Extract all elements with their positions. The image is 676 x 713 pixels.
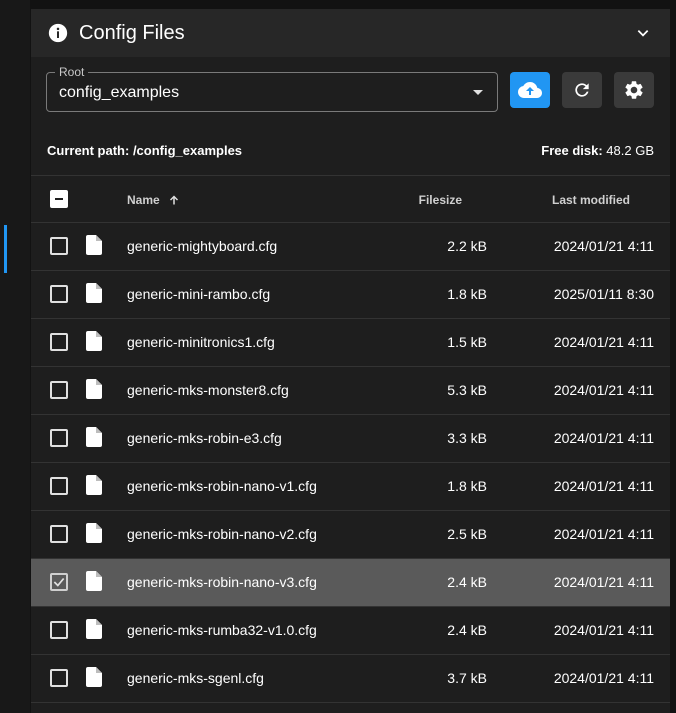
root-select-label: Root xyxy=(55,65,89,79)
file-icon xyxy=(86,619,102,639)
select-all-checkbox[interactable] xyxy=(50,190,68,208)
table-row[interactable]: generic-mks-robin-nano-v2.cfg 2.5 kB 2024/… xyxy=(31,511,670,559)
table-row[interactable]: generic-mks-sgenl.cfg 3.7 kB 2024/01/21 4:… xyxy=(31,655,670,703)
file-modified: 2024/01/21 4:11 xyxy=(553,670,654,686)
file-modified: 2024/01/21 4:11 xyxy=(553,622,654,638)
row-checkbox[interactable] xyxy=(50,381,68,399)
row-checkbox[interactable] xyxy=(50,621,68,639)
file-modified: 2024/01/21 4:11 xyxy=(553,334,654,350)
panel-title: Config Files xyxy=(79,21,185,44)
info-icon xyxy=(47,22,69,44)
file-icon xyxy=(86,283,102,303)
file-size: 3.3 kB xyxy=(447,430,487,446)
table-row[interactable]: generic-mks-robin-nano-v3.cfg 2.4 kB 2024/… xyxy=(31,559,670,607)
column-header-name-label: Name xyxy=(127,193,160,207)
file-icon xyxy=(86,235,102,255)
panel-header[interactable]: Config Files xyxy=(31,9,670,57)
file-table: Name Filesize Last modified generic-migh… xyxy=(31,175,670,703)
cloud-upload-icon xyxy=(518,82,542,98)
dropdown-arrow-icon xyxy=(473,90,483,95)
file-name[interactable]: generic-mks-rumba32-v1.0.cfg xyxy=(127,622,317,638)
file-size: 1.8 kB xyxy=(447,478,487,494)
file-name[interactable]: generic-mini-rambo.cfg xyxy=(127,286,270,302)
file-modified: 2025/01/11 8:30 xyxy=(553,286,654,302)
left-nav-strip xyxy=(0,0,30,713)
file-name[interactable]: generic-mks-robin-nano-v3.cfg xyxy=(127,574,317,590)
table-row[interactable]: generic-mks-rumba32-v1.0.cfg 2.4 kB 2024/0… xyxy=(31,607,670,655)
row-checkbox[interactable] xyxy=(50,285,68,303)
file-icon xyxy=(86,523,102,543)
file-size: 1.8 kB xyxy=(447,286,487,302)
root-select-value: config_examples xyxy=(59,84,180,101)
file-size: 2.5 kB xyxy=(447,526,487,542)
file-name[interactable]: generic-mightyboard.cfg xyxy=(127,238,277,254)
table-row[interactable]: generic-mks-robin-e3.cfg 3.3 kB 2024/01/21… xyxy=(31,415,670,463)
table-row[interactable]: generic-mini-rambo.cfg 1.8 kB 2025/01/11 8… xyxy=(31,271,670,319)
refresh-icon xyxy=(575,83,589,97)
file-name[interactable]: generic-mks-monster8.cfg xyxy=(127,382,289,398)
row-checkbox[interactable] xyxy=(50,477,68,495)
settings-button[interactable] xyxy=(614,72,654,108)
file-size: 5.3 kB xyxy=(447,382,487,398)
table-row[interactable]: generic-mightyboard.cfg 2.2 kB 2024/01/21 … xyxy=(31,223,670,271)
column-header-last-modified[interactable]: Last modified xyxy=(552,193,630,207)
file-icon xyxy=(86,331,102,351)
file-modified: 2024/01/21 4:11 xyxy=(553,526,654,542)
file-size: 2.2 kB xyxy=(447,238,487,254)
row-checkbox[interactable] xyxy=(50,429,68,447)
file-size: 1.5 kB xyxy=(447,334,487,350)
free-disk-label: Free disk: xyxy=(541,143,603,158)
file-name[interactable]: generic-mks-robin-nano-v2.cfg xyxy=(127,526,317,542)
file-icon xyxy=(86,475,102,495)
free-disk: Free disk: 48.2 GB xyxy=(541,143,654,158)
table-row[interactable]: generic-minitronics1.cfg 1.5 kB 2024/01/21… xyxy=(31,319,670,367)
column-header-filesize[interactable]: Filesize xyxy=(419,193,462,207)
file-name[interactable]: generic-minitronics1.cfg xyxy=(127,334,275,350)
row-checkbox[interactable] xyxy=(50,237,68,255)
root-select[interactable]: Root config_examples xyxy=(46,65,498,112)
current-path: Current path: /config_examples xyxy=(47,143,243,158)
table-row[interactable]: generic-mks-robin-nano-v1.cfg 1.8 kB 2024/… xyxy=(31,463,670,511)
chevron-down-icon[interactable] xyxy=(632,22,654,44)
file-modified: 2024/01/21 4:11 xyxy=(553,478,654,494)
row-checkbox[interactable] xyxy=(50,669,68,687)
row-checkbox[interactable] xyxy=(50,573,68,591)
file-modified: 2024/01/21 4:11 xyxy=(553,430,654,446)
file-name[interactable]: generic-mks-robin-nano-v1.cfg xyxy=(127,478,317,494)
nav-active-indicator xyxy=(4,225,7,273)
file-size: 2.4 kB xyxy=(447,622,487,638)
refresh-button[interactable] xyxy=(562,72,602,108)
column-header-name[interactable]: Name xyxy=(127,193,180,207)
table-header: Name Filesize Last modified xyxy=(31,175,670,223)
file-icon xyxy=(86,427,102,447)
free-disk-value: 48.2 GB xyxy=(606,143,654,158)
config-files-panel: Config Files Root config_examples Curren… xyxy=(31,9,670,713)
toolbar: Root config_examples xyxy=(46,65,655,114)
upload-button[interactable] xyxy=(510,72,550,108)
row-checkbox[interactable] xyxy=(50,333,68,351)
file-icon xyxy=(86,667,102,687)
file-size: 2.4 kB xyxy=(447,574,487,590)
info-bar: Current path: /config_examples Free disk… xyxy=(47,143,654,161)
gear-icon xyxy=(625,81,643,99)
file-icon xyxy=(86,379,102,399)
file-icon xyxy=(86,571,102,591)
row-checkbox[interactable] xyxy=(50,525,68,543)
file-name[interactable]: generic-mks-robin-e3.cfg xyxy=(127,430,282,446)
arrow-up-icon xyxy=(169,195,178,205)
file-name[interactable]: generic-mks-sgenl.cfg xyxy=(127,670,264,686)
table-row[interactable]: generic-mks-monster8.cfg 5.3 kB 2024/01/21… xyxy=(31,367,670,415)
file-size: 3.7 kB xyxy=(447,670,487,686)
table-body: generic-mightyboard.cfg 2.2 kB 2024/01/21 … xyxy=(31,223,670,703)
file-modified: 2024/01/21 4:11 xyxy=(553,382,654,398)
file-modified: 2024/01/21 4:11 xyxy=(553,574,654,590)
file-modified: 2024/01/21 4:11 xyxy=(553,238,654,254)
